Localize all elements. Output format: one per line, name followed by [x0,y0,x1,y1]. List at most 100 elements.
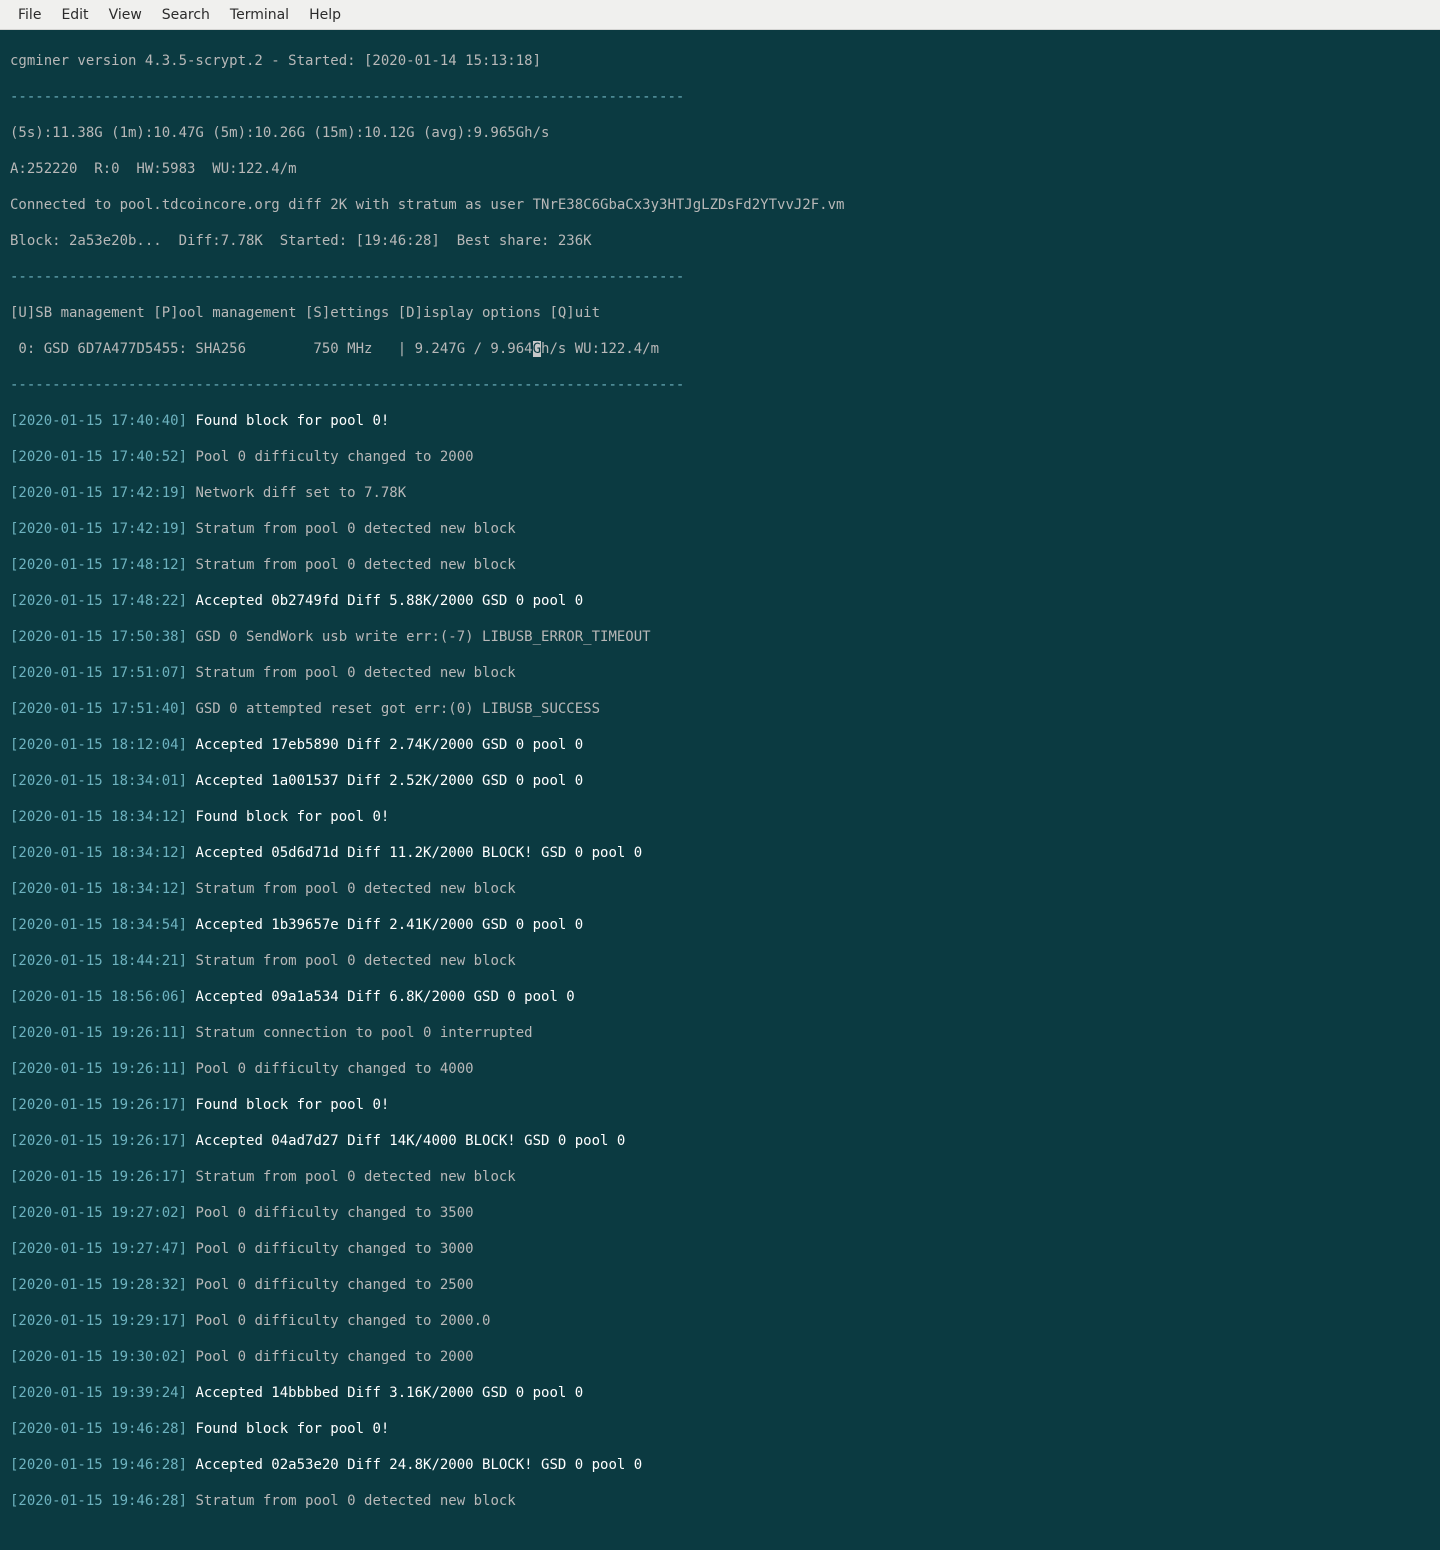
menu-hint: [U]SB management [P]ool management [S]et… [10,304,1430,322]
log-timestamp: [2020-01-15 19:26:17] [10,1097,195,1113]
log-message: Found block for pool 0! [195,1421,389,1437]
log-timestamp: [2020-01-15 18:34:01] [10,773,195,789]
log-line: [2020-01-15 18:34:12] Stratum from pool … [10,880,1430,898]
log-line: [2020-01-15 17:50:38] GSD 0 SendWork usb… [10,628,1430,646]
log-timestamp: [2020-01-15 17:42:19] [10,521,195,537]
log-message: Pool 0 difficulty changed to 2000 [195,449,473,465]
log-timestamp: [2020-01-15 19:39:24] [10,1385,195,1401]
log-message: Pool 0 difficulty changed to 2500 [195,1277,473,1293]
log-message: Accepted 0b2749fd Diff 5.88K/2000 GSD 0 … [195,593,583,609]
device-pre: 0: GSD 6D7A477D5455: SHA256 750 MHz | 9.… [10,341,533,357]
log-timestamp: [2020-01-15 17:50:38] [10,629,195,645]
log-line: [2020-01-15 18:44:21] Stratum from pool … [10,952,1430,970]
log-message: Stratum from pool 0 detected new block [195,953,515,969]
log-timestamp: [2020-01-15 18:44:21] [10,953,195,969]
log-message: Stratum connection to pool 0 interrupted [195,1025,532,1041]
log-message: Pool 0 difficulty changed to 4000 [195,1061,473,1077]
log-message: Pool 0 difficulty changed to 3500 [195,1205,473,1221]
log-timestamp: [2020-01-15 19:30:02] [10,1349,195,1365]
log-line: [2020-01-15 17:42:19] Stratum from pool … [10,520,1430,538]
log-timestamp: [2020-01-15 17:51:07] [10,665,195,681]
stats-hashrate: (5s):11.38G (1m):10.47G (5m):10.26G (15m… [10,124,1430,142]
log-line: [2020-01-15 19:26:17] Stratum from pool … [10,1168,1430,1186]
menu-search[interactable]: Search [152,2,220,28]
log-message: Stratum from pool 0 detected new block [195,1169,515,1185]
log-message: Accepted 1a001537 Diff 2.52K/2000 GSD 0 … [195,773,583,789]
menu-view[interactable]: View [99,2,152,28]
log-output: [2020-01-15 17:40:40] Found block for po… [10,412,1430,1528]
stats-shares: A:252220 R:0 HW:5983 WU:122.4/m [10,160,1430,178]
log-line: [2020-01-15 18:56:06] Accepted 09a1a534 … [10,988,1430,1006]
log-timestamp: [2020-01-15 19:29:17] [10,1313,195,1329]
log-line: [2020-01-15 19:26:17] Found block for po… [10,1096,1430,1114]
log-timestamp: [2020-01-15 17:48:22] [10,593,195,609]
log-line: [2020-01-15 19:46:28] Accepted 02a53e20 … [10,1456,1430,1474]
log-message: Accepted 02a53e20 Diff 24.8K/2000 BLOCK!… [195,1457,642,1473]
header-line: cgminer version 4.3.5-scrypt.2 - Started… [10,52,1430,70]
log-message: Pool 0 difficulty changed to 2000.0 [195,1313,490,1329]
log-message: Stratum from pool 0 detected new block [195,557,515,573]
log-timestamp: [2020-01-15 18:12:04] [10,737,195,753]
log-timestamp: [2020-01-15 18:34:12] [10,809,195,825]
log-message: Accepted 04ad7d27 Diff 14K/4000 BLOCK! G… [195,1133,625,1149]
log-line: [2020-01-15 19:46:28] Stratum from pool … [10,1492,1430,1510]
menu-help[interactable]: Help [299,2,351,28]
log-timestamp: [2020-01-15 19:26:11] [10,1025,195,1041]
log-timestamp: [2020-01-15 18:34:12] [10,845,195,861]
log-line: [2020-01-15 19:30:02] Pool 0 difficulty … [10,1348,1430,1366]
log-timestamp: [2020-01-15 19:26:17] [10,1133,195,1149]
log-line: [2020-01-15 19:27:47] Pool 0 difficulty … [10,1240,1430,1258]
separator: ----------------------------------------… [10,268,1430,286]
log-timestamp: [2020-01-15 17:51:40] [10,701,195,717]
log-line: [2020-01-15 18:34:12] Found block for po… [10,808,1430,826]
log-timestamp: [2020-01-15 18:34:54] [10,917,195,933]
log-timestamp: [2020-01-15 18:56:06] [10,989,195,1005]
log-line: [2020-01-15 17:40:40] Found block for po… [10,412,1430,430]
log-message: Stratum from pool 0 detected new block [195,521,515,537]
log-line: [2020-01-15 19:26:11] Stratum connection… [10,1024,1430,1042]
log-timestamp: [2020-01-15 19:26:17] [10,1169,195,1185]
log-line: [2020-01-15 18:34:12] Accepted 05d6d71d … [10,844,1430,862]
log-timestamp: [2020-01-15 19:46:28] [10,1493,195,1509]
log-message: Accepted 05d6d71d Diff 11.2K/2000 BLOCK!… [195,845,642,861]
log-line: [2020-01-15 19:28:32] Pool 0 difficulty … [10,1276,1430,1294]
log-message: GSD 0 SendWork usb write err:(-7) LIBUSB… [195,629,650,645]
menu-terminal[interactable]: Terminal [220,2,299,28]
stats-pool: Connected to pool.tdcoincore.org diff 2K… [10,196,1430,214]
log-timestamp: [2020-01-15 19:28:32] [10,1277,195,1293]
log-message: Stratum from pool 0 detected new block [195,881,515,897]
separator: ----------------------------------------… [10,88,1430,106]
log-line: [2020-01-15 18:34:01] Accepted 1a001537 … [10,772,1430,790]
log-message: Found block for pool 0! [195,1097,389,1113]
log-message: Accepted 1b39657e Diff 2.41K/2000 GSD 0 … [195,917,583,933]
log-message: Found block for pool 0! [195,413,389,429]
log-timestamp: [2020-01-15 19:27:02] [10,1205,195,1221]
log-message: Pool 0 difficulty changed to 3000 [195,1241,473,1257]
log-line: [2020-01-15 19:46:28] Found block for po… [10,1420,1430,1438]
log-message: Network diff set to 7.78K [195,485,406,501]
log-message: GSD 0 attempted reset got err:(0) LIBUSB… [195,701,600,717]
log-message: Found block for pool 0! [195,809,389,825]
log-timestamp: [2020-01-15 17:48:12] [10,557,195,573]
log-message: Accepted 17eb5890 Diff 2.74K/2000 GSD 0 … [195,737,583,753]
terminal-output[interactable]: cgminer version 4.3.5-scrypt.2 - Started… [0,30,1440,1550]
stats-block: Block: 2a53e20b... Diff:7.78K Started: [… [10,232,1430,250]
log-line: [2020-01-15 19:27:02] Pool 0 difficulty … [10,1204,1430,1222]
text-cursor: G [533,341,541,357]
log-timestamp: [2020-01-15 19:27:47] [10,1241,195,1257]
log-timestamp: [2020-01-15 18:34:12] [10,881,195,897]
menu-edit[interactable]: Edit [51,2,98,28]
log-timestamp: [2020-01-15 19:46:28] [10,1421,195,1437]
log-line: [2020-01-15 17:48:12] Stratum from pool … [10,556,1430,574]
log-line: [2020-01-15 19:29:17] Pool 0 difficulty … [10,1312,1430,1330]
log-line: [2020-01-15 17:42:19] Network diff set t… [10,484,1430,502]
menubar[interactable]: File Edit View Search Terminal Help [0,0,1440,30]
log-message: Accepted 14bbbbed Diff 3.16K/2000 GSD 0 … [195,1385,583,1401]
log-timestamp: [2020-01-15 17:40:40] [10,413,195,429]
menu-file[interactable]: File [8,2,51,28]
log-message: Stratum from pool 0 detected new block [195,1493,515,1509]
log-line: [2020-01-15 17:51:40] GSD 0 attempted re… [10,700,1430,718]
log-line: [2020-01-15 17:48:22] Accepted 0b2749fd … [10,592,1430,610]
log-line: [2020-01-15 18:34:54] Accepted 1b39657e … [10,916,1430,934]
log-timestamp: [2020-01-15 19:46:28] [10,1457,195,1473]
